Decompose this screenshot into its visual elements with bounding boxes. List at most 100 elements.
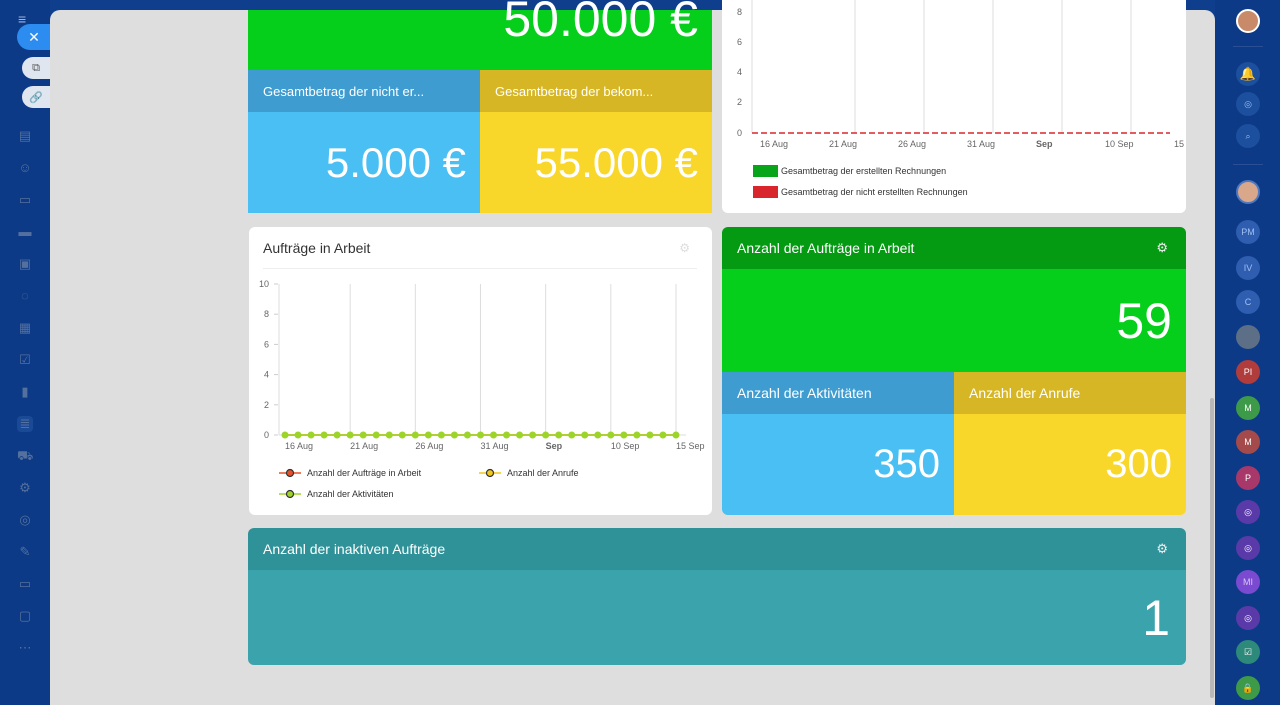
total-created-tile: 50.000 € [248,0,712,70]
legend-marker [285,489,295,499]
scrollbar[interactable] [1210,398,1214,698]
calls-tile: 300 [954,414,1186,515]
data-point [281,431,289,439]
activities-head: Anzahl der Aktivitäten [722,372,954,414]
received-tile: 55.000 € [480,112,712,213]
calendar-icon[interactable]: ▦ [17,320,33,336]
search-chat-icon[interactable]: ⌕ [1236,124,1260,148]
legend-label: Anzahl der Aktivitäten [307,489,394,499]
x-tick-label: 26 Aug [415,441,443,451]
data-point [646,431,654,439]
x-tick-label: 10 Sep [611,441,640,451]
chat-avatar[interactable]: PM [1236,220,1260,244]
copilot-icon[interactable]: ◎ [1236,92,1260,116]
invoice-chart-card: 8 6 4 2 0 16 Aug 21 Aug 26 Aug 31 Aug Sep 10 Sep 15… [722,0,1203,213]
monitor-icon[interactable]: ▣ [17,256,33,272]
filter-icon[interactable]: ≣ [17,416,33,432]
close-slider-button[interactable]: ✕ [17,24,51,50]
orders-in-work-tile: 59 [722,269,1186,372]
documents-icon[interactable]: ▭ [17,192,33,208]
chat-avatar[interactable]: IV [1236,256,1260,280]
legend-label: Anzahl der Aufträge in Arbeit [307,468,422,478]
open-new-window-icon[interactable]: ⧉ [22,57,50,79]
chat-avatar[interactable] [1236,180,1260,204]
orders-in-work-value: 59 [1116,292,1172,349]
bell-icon[interactable]: 🔔 [1236,62,1260,86]
more-icon[interactable]: ⋯ [17,640,33,656]
copilot-chat-icon[interactable]: ◎ [1236,606,1260,630]
user-avatar[interactable] [1236,9,1260,33]
received-label: Gesamtbetrag der bekom... [495,83,654,99]
data-point [476,431,484,439]
store-icon[interactable]: ▭ [17,576,33,592]
data-point [633,431,641,439]
data-point [307,431,315,439]
box-icon[interactable]: ▢ [17,608,33,624]
not-created-head: Gesamtbetrag der nicht er... [248,70,480,112]
x-tick-label: 21 Aug [350,441,378,451]
x-tick-label: 16 Aug [285,441,313,451]
total-created-value: 50.000 € [503,0,698,47]
rail-divider [1233,46,1263,47]
data-point [490,431,498,439]
feed-icon[interactable]: ▤ [17,128,33,144]
chat-avatar[interactable]: M [1236,396,1260,420]
inactive-orders-tile: 1 [248,570,1186,665]
tasks-icon[interactable]: ☑ [17,352,33,368]
calls-value: 300 [1105,442,1172,486]
x-tick-label: 15 Sep [1174,139,1186,149]
y-tick-label: 8 [737,7,742,17]
right-rail: 🔔 ◎ ⌕ PM IV C PI M M P ◎ ◎ MI ◎ ☑ 🔒 [1215,0,1280,705]
chat-icon[interactable]: ◌ [17,288,33,304]
legend-swatch [753,186,778,198]
chat-avatar[interactable]: PI [1236,360,1260,384]
chat-avatar[interactable]: P [1236,466,1260,490]
data-point [672,431,680,439]
inactive-orders-value: 1 [1142,590,1170,646]
data-point [568,431,576,439]
y-tick-label: 2 [264,400,269,410]
not-created-tile: 5.000 € [248,112,480,213]
contacts-icon[interactable]: ☺ [17,160,33,176]
lock-icon[interactable]: 🔒 [1236,676,1260,700]
data-point [463,431,471,439]
data-point [385,431,393,439]
copilot-chat-icon[interactable]: ◎ [1236,500,1260,524]
gear-icon[interactable]: ⚙ [1156,541,1168,557]
data-point [555,431,563,439]
y-tick-label: 6 [737,37,742,47]
data-point [450,431,458,439]
activities-value: 350 [873,442,940,486]
analytics-icon[interactable]: ▮ [17,384,33,400]
data-point [620,431,628,439]
edit-icon[interactable]: ✎ [17,544,33,560]
y-tick-label: 10 [259,279,269,289]
gear-icon[interactable]: ⚙ [1156,240,1168,256]
data-point [607,431,615,439]
data-point [659,431,667,439]
settings-icon[interactable]: ⚙ [17,480,33,496]
data-point [542,431,550,439]
legend-marker [485,468,495,478]
copy-link-icon[interactable]: 🔗 [22,86,50,108]
copilot-chat-icon[interactable]: ◎ [1236,536,1260,560]
invoice-chart: 8 6 4 2 0 16 Aug 21 Aug 26 Aug 31 Aug Sep 10 Sep 15… [737,0,1203,198]
received-value: 55.000 € [534,138,699,186]
chat-avatar[interactable]: MI [1236,570,1260,594]
y-tick-label: 0 [737,128,742,138]
not-created-value: 5.000 € [325,138,466,186]
orders-chart-card: Aufträge in Arbeit ⚙ 10 8 6 4 2 0 16 Aug 21 Aug… [249,227,712,515]
activities-tile: 350 [722,414,954,515]
chat-avatar[interactable]: M [1236,430,1260,454]
chat-avatar[interactable] [1236,325,1260,349]
cart-icon[interactable]: ⛟ [17,448,33,464]
data-point [333,431,341,439]
not-created-label: Gesamtbetrag der nicht er... [263,83,425,99]
chat-avatar[interactable]: C [1236,290,1260,314]
legend-label: Gesamtbetrag der nicht erstellten Rechnu… [781,187,968,197]
data-point [294,431,302,439]
legend-label: Gesamtbetrag der erstellten Rechnungen [781,166,946,176]
help-icon[interactable]: ◎ [17,512,33,528]
checklist-icon[interactable]: ☑ [1236,640,1260,664]
crm-icon[interactable]: ▬ [17,224,33,240]
